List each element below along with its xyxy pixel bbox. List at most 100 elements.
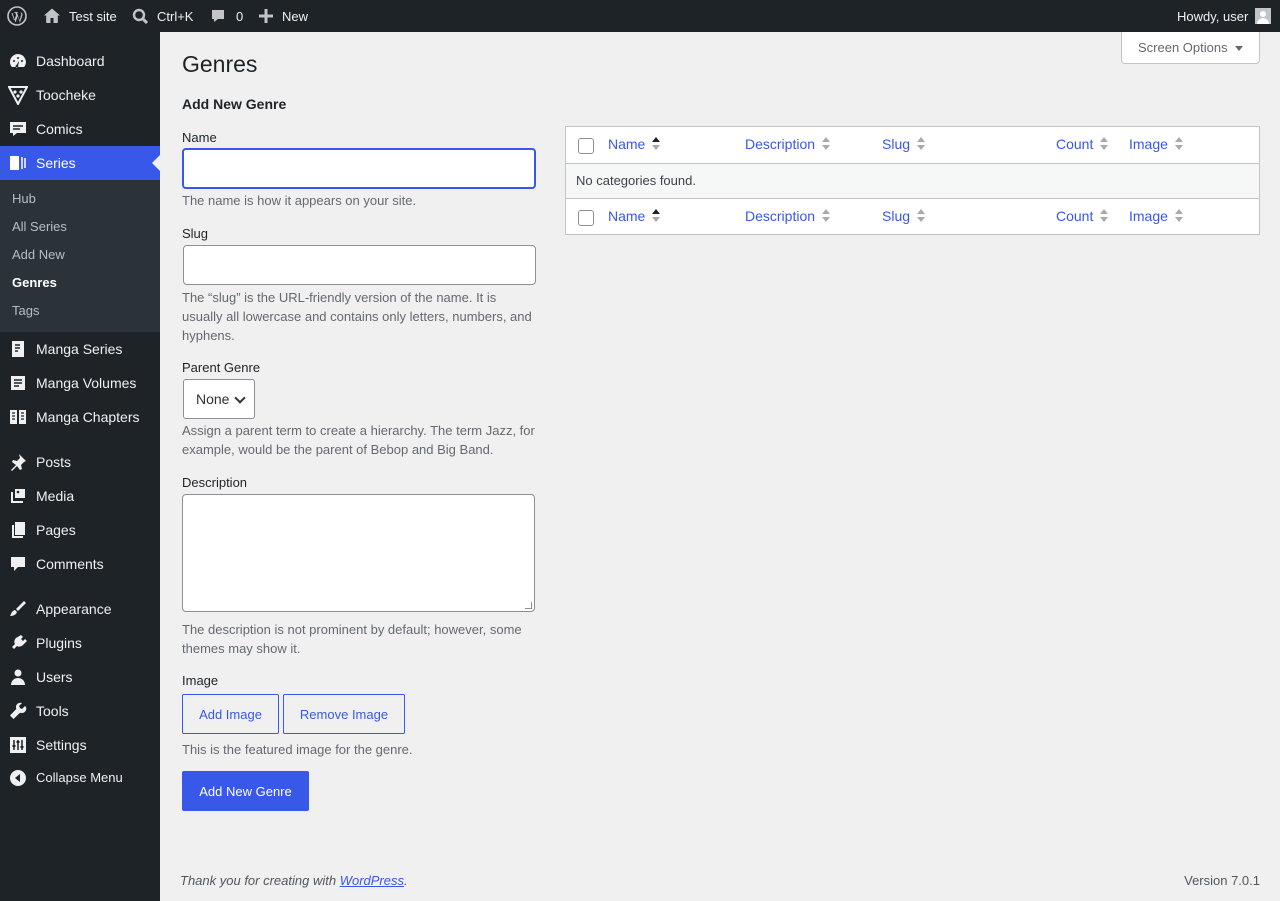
- column-footer-name[interactable]: Name: [608, 207, 661, 225]
- sidebar-item-toocheke[interactable]: Toocheke: [0, 78, 160, 112]
- submenu-item-all-series[interactable]: All Series: [12, 218, 67, 236]
- sort-icon: [916, 209, 926, 223]
- column-header-count[interactable]: Count: [1056, 135, 1109, 153]
- parent-genre-value: None: [196, 391, 230, 407]
- wrench-icon: [8, 701, 28, 721]
- sort-icon: [916, 137, 926, 151]
- comments-link[interactable]: 0: [210, 0, 243, 32]
- footer-version: Version 7.0.1: [1184, 873, 1260, 888]
- admin-bar: Test site Ctrl+K 0 New Howdy, user: [0, 0, 1280, 32]
- main-content: Screen Options Genres Add New Genre Name…: [160, 32, 1280, 901]
- sidebar-item-manga-series[interactable]: Manga Series: [0, 332, 160, 366]
- collapse-icon: [8, 768, 28, 788]
- column-footer-count[interactable]: Count: [1056, 207, 1109, 225]
- new-label: New: [282, 8, 309, 24]
- sidebar-item-plugins[interactable]: Plugins: [0, 626, 160, 660]
- parent-genre-select[interactable]: None: [183, 379, 255, 419]
- my-account-link[interactable]: Howdy, user: [1177, 0, 1272, 32]
- parent-genre-help: Assign a parent term to create a hierarc…: [182, 423, 535, 457]
- submenu-item-genres[interactable]: Genres: [12, 274, 57, 292]
- image-help: This is the featured image for the genre…: [182, 742, 413, 757]
- sidebar-item-settings[interactable]: Settings: [0, 728, 160, 762]
- screen-options-button[interactable]: Screen Options: [1121, 32, 1260, 64]
- chevron-down-icon: [234, 392, 246, 404]
- description-help: The description is not prominent by defa…: [182, 622, 522, 656]
- site-name-link[interactable]: Test site: [43, 0, 117, 32]
- sort-icon: [1174, 137, 1184, 151]
- sort-icon: [1099, 209, 1109, 223]
- admin-sidebar: Dashboard Toocheke Comics Series Hub All…: [0, 32, 160, 901]
- avatar: [1255, 8, 1272, 24]
- sidebar-item-series[interactable]: Series: [0, 146, 160, 180]
- footer-thanks: Thank you for creating with WordPress.: [180, 873, 408, 888]
- select-all-checkbox-footer[interactable]: [578, 210, 594, 226]
- description-textarea[interactable]: [182, 494, 535, 612]
- column-header-slug[interactable]: Slug: [882, 135, 926, 153]
- new-content-link[interactable]: New: [259, 0, 308, 32]
- manga-volumes-icon: [8, 373, 28, 393]
- sidebar-item-collapse-menu[interactable]: Collapse Menu: [0, 761, 160, 795]
- sidebar-item-manga-volumes[interactable]: Manga Volumes: [0, 366, 160, 400]
- sidebar-item-comments[interactable]: Comments: [0, 547, 160, 581]
- sidebar-item-comics[interactable]: Comics: [0, 112, 160, 146]
- sort-icon: [1099, 137, 1109, 151]
- sidebar-item-posts[interactable]: Posts: [0, 445, 160, 479]
- home-icon: [43, 7, 61, 25]
- table-empty-row: No categories found.: [566, 163, 1259, 199]
- settings-icon: [8, 735, 28, 755]
- name-label: Name: [182, 130, 217, 145]
- slug-input[interactable]: [183, 245, 536, 285]
- brush-icon: [8, 599, 28, 619]
- column-footer-description[interactable]: Description: [745, 207, 831, 225]
- submenu-item-tags[interactable]: Tags: [12, 302, 39, 320]
- add-image-button[interactable]: Add Image: [182, 694, 279, 734]
- column-footer-slug[interactable]: Slug: [882, 207, 926, 225]
- wordpress-logo-icon[interactable]: [7, 0, 27, 32]
- sidebar-item-pages[interactable]: Pages: [0, 513, 160, 547]
- plus-icon: [259, 9, 273, 23]
- sort-ascending-icon: [651, 137, 661, 151]
- column-header-name[interactable]: Name: [608, 135, 661, 153]
- select-all-checkbox[interactable]: [578, 138, 594, 154]
- submenu-item-hub[interactable]: Hub: [12, 190, 36, 208]
- sort-ascending-icon: [651, 209, 661, 223]
- description-label: Description: [182, 475, 248, 490]
- series-icon: [8, 153, 28, 173]
- remove-image-button[interactable]: Remove Image: [283, 694, 405, 734]
- pin-icon: [8, 452, 28, 472]
- plugin-icon: [8, 633, 28, 653]
- add-new-genre-button[interactable]: Add New Genre: [182, 771, 309, 811]
- sidebar-item-tools[interactable]: Tools: [0, 694, 160, 728]
- slug-help: The “slug” is the URL-friendly version o…: [182, 290, 532, 343]
- submenu-item-add-new[interactable]: Add New: [12, 246, 65, 264]
- page-title: Genres: [182, 51, 258, 77]
- wordpress-link[interactable]: WordPress: [340, 873, 404, 888]
- media-icon: [8, 486, 28, 506]
- comments-count: 0: [236, 8, 244, 24]
- name-input[interactable]: [182, 148, 536, 189]
- sidebar-item-appearance[interactable]: Appearance: [0, 592, 160, 626]
- table-footer-row: Name Description Slug Count Image: [566, 199, 1259, 235]
- caret-down-icon: [1235, 46, 1243, 51]
- column-header-image[interactable]: Image: [1129, 135, 1184, 153]
- site-name: Test site: [69, 8, 117, 24]
- slug-label: Slug: [182, 226, 209, 241]
- sidebar-item-media[interactable]: Media: [0, 479, 160, 513]
- sidebar-item-users[interactable]: Users: [0, 660, 160, 694]
- manga-series-icon: [8, 339, 28, 359]
- comment-icon: [8, 554, 28, 574]
- sidebar-item-dashboard[interactable]: Dashboard: [0, 44, 160, 78]
- screen-options-label: Screen Options: [1138, 40, 1228, 55]
- series-submenu: Hub All Series Add New Genres Tags: [0, 180, 160, 332]
- column-footer-image[interactable]: Image: [1129, 207, 1184, 225]
- sidebar-item-manga-chapters[interactable]: Manga Chapters: [0, 400, 160, 434]
- search-shortcut: Ctrl+K: [157, 8, 194, 24]
- form-heading: Add New Genre: [182, 96, 287, 112]
- column-header-description[interactable]: Description: [745, 135, 831, 153]
- search-icon: [132, 8, 149, 25]
- howdy-text: Howdy, user: [1177, 8, 1249, 24]
- command-search-link[interactable]: Ctrl+K: [132, 0, 193, 32]
- sort-icon: [821, 137, 831, 151]
- resize-handle-icon[interactable]: [525, 602, 532, 609]
- comics-icon: [8, 119, 28, 139]
